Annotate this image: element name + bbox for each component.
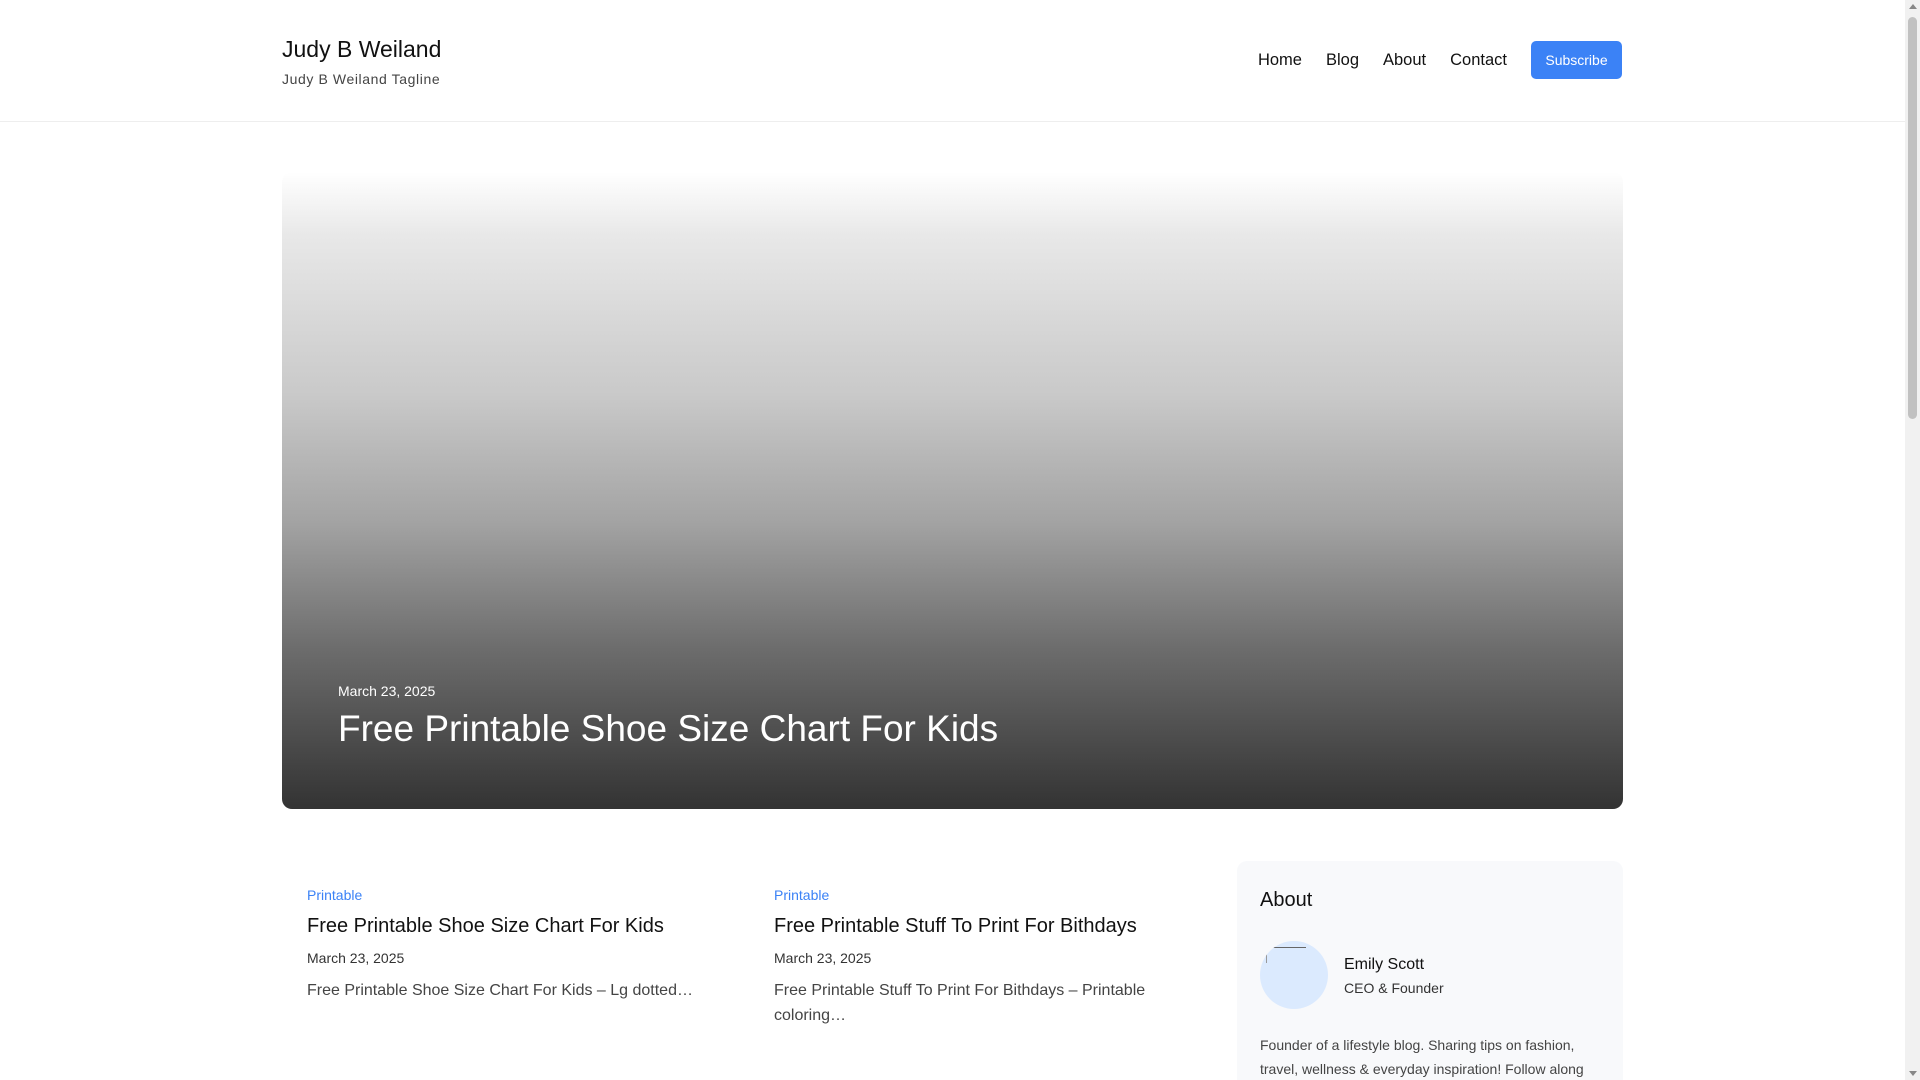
post-title-link[interactable]: Free Printable Stuff To Print For Bithda…	[774, 915, 1174, 938]
vertical-scrollbar[interactable]	[1905, 0, 1920, 1080]
post-category-link[interactable]: Printable	[774, 887, 1174, 903]
nav-blog[interactable]: Blog	[1326, 51, 1359, 70]
post-card: Printable Free Printable Shoe Size Chart…	[307, 887, 707, 1003]
post-card: Printable Free Printable Stuff To Print …	[774, 887, 1174, 1028]
about-bio: Founder of a lifestyle blog. Sharing tip…	[1260, 1037, 1584, 1077]
post-excerpt: Free Printable Shoe Size Chart For Kids …	[307, 982, 693, 999]
nav-contact[interactable]: Contact	[1450, 51, 1507, 70]
scroll-down-arrow-icon[interactable]	[1909, 1071, 1917, 1076]
scrollbar-thumb[interactable]	[1908, 17, 1917, 419]
post-date: March 23, 2025	[307, 950, 405, 966]
site-title-link[interactable]: Judy B Weiland	[282, 36, 441, 63]
featured-post-hero[interactable]: March 23, 2025 Free Printable Shoe Size …	[282, 172, 1623, 809]
avatar	[1260, 941, 1328, 1009]
post-date: March 23, 2025	[774, 950, 872, 966]
nav-home[interactable]: Home	[1258, 51, 1302, 70]
post-excerpt: Free Printable Stuff To Print For Bithda…	[774, 982, 1146, 1024]
subscribe-button[interactable]: Subscribe	[1531, 41, 1622, 79]
site-tagline: Judy B Weiland Tagline	[282, 71, 441, 87]
hero-title[interactable]: Free Printable Shoe Size Chart For Kids	[338, 708, 998, 750]
about-widget: About Emily Scott CEO & Founder Founder …	[1237, 861, 1623, 1080]
brand: Judy B Weiland Judy B Weiland Tagline	[282, 36, 441, 87]
post-title-link[interactable]: Free Printable Shoe Size Chart For Kids	[307, 915, 707, 938]
nav-about[interactable]: About	[1383, 51, 1426, 70]
main-nav: Home Blog About Contact Subscribe	[1234, 41, 1622, 79]
page: Judy B Weiland Judy B Weiland Tagline Ho…	[0, 0, 1905, 1080]
about-heading: About	[1260, 889, 1313, 911]
author-role: CEO & Founder	[1344, 980, 1444, 996]
site-header: Judy B Weiland Judy B Weiland Tagline Ho…	[0, 0, 1905, 122]
broken-image-icon	[1266, 947, 1306, 963]
hero-date: March 23, 2025	[338, 683, 436, 699]
author-name: Emily Scott	[1344, 956, 1425, 973]
post-category-link[interactable]: Printable	[307, 887, 707, 903]
scroll-up-arrow-icon[interactable]	[1909, 4, 1917, 9]
